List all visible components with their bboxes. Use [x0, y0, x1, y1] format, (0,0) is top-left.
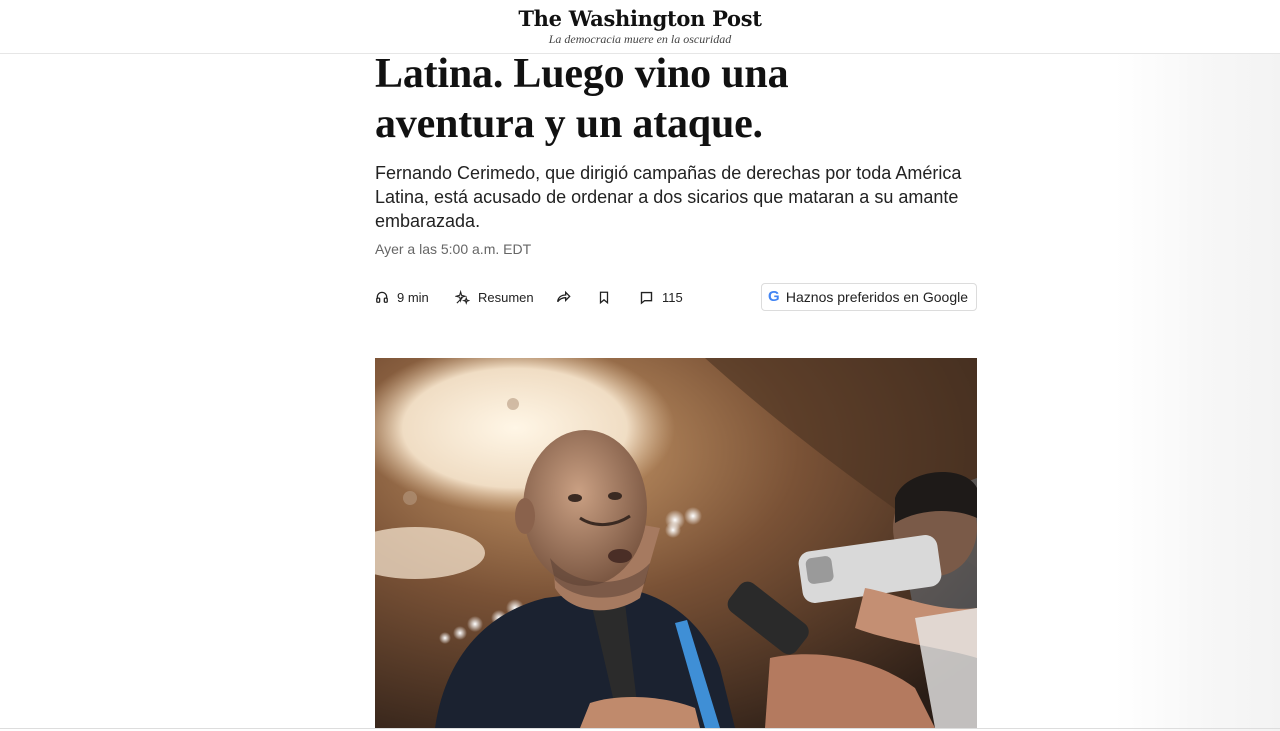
site-logo[interactable]: The Washington Post — [0, 6, 1280, 31]
listen-duration: 9 min — [397, 289, 429, 305]
article: Latina. Luego vino una aventura y un ata… — [375, 51, 977, 728]
masthead: The Washington Post La democracia muere … — [0, 0, 1280, 54]
share-button[interactable] — [555, 283, 571, 311]
article-toolbar: 9 min Resumen 115 G Haznos preferidos en… — [375, 283, 977, 311]
listen-button[interactable]: 9 min — [375, 283, 429, 311]
google-g-icon: G — [768, 288, 780, 305]
sparkle-icon — [455, 289, 470, 305]
article-headline: Latina. Luego vino una aventura y un ata… — [375, 49, 977, 149]
share-arrow-icon — [555, 289, 571, 305]
hero-photo-art — [375, 358, 977, 728]
headphones-icon — [375, 290, 389, 304]
headline-line: aventura y un ataque. — [375, 101, 763, 147]
google-preferred-button[interactable]: G Haznos preferidos en Google — [760, 283, 977, 311]
comment-icon — [639, 290, 654, 305]
right-gutter — [1115, 0, 1280, 731]
summary-button[interactable]: Resumen — [455, 283, 534, 311]
comments-count: 115 — [662, 289, 683, 305]
bookmark-button[interactable] — [597, 283, 611, 311]
site-tagline: La democracia muere en la oscuridad — [548, 32, 732, 46]
hero-photo[interactable] — [375, 358, 977, 728]
viewport-bottom-border — [0, 728, 1280, 729]
bookmark-icon — [597, 290, 611, 305]
headline-line: Latina. Luego vino una — [375, 51, 789, 97]
article-timestamp: Ayer a las 5:00 a.m. EDT — [375, 241, 532, 257]
summary-label: Resumen — [478, 289, 534, 305]
article-dek: Fernando Cerimedo, que dirigió campañas … — [375, 163, 962, 231]
comments-button[interactable]: 115 — [639, 283, 683, 311]
google-preferred-label: Haznos preferidos en Google — [785, 289, 968, 305]
